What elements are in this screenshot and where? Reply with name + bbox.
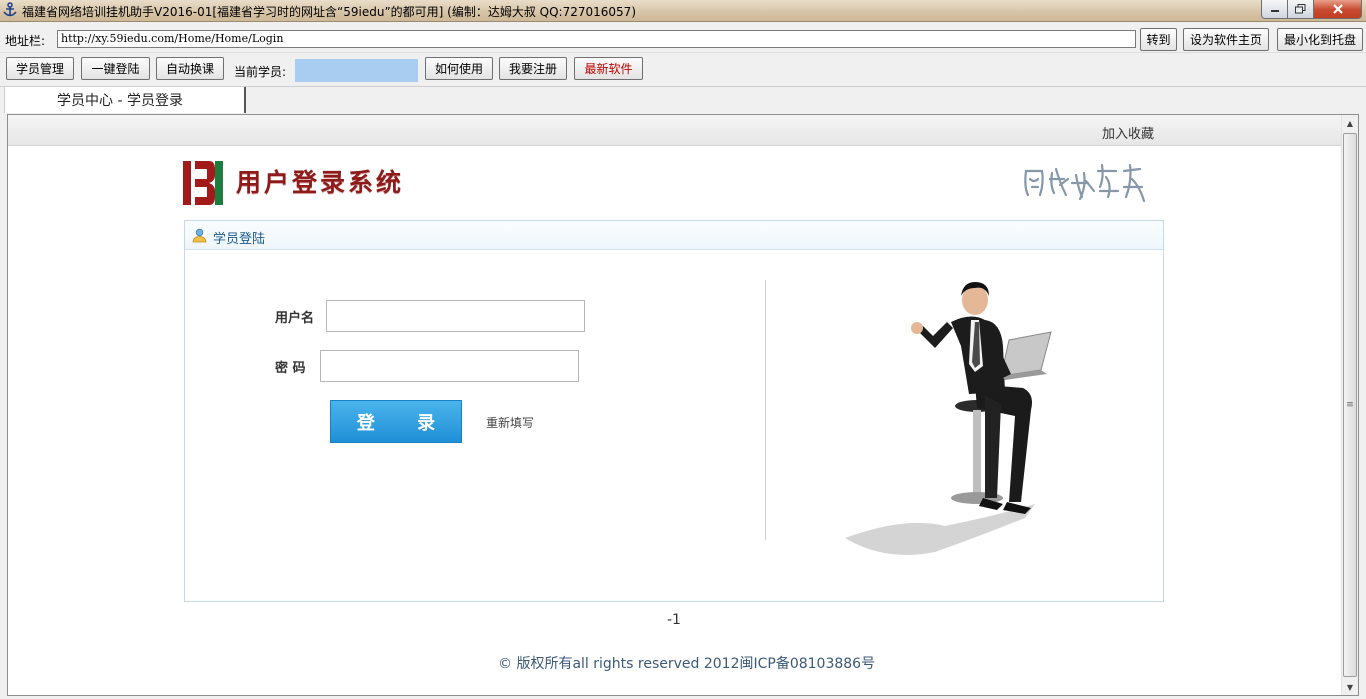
scrollbar-thumb[interactable]: ≡ xyxy=(1343,133,1357,677)
one-click-login-button[interactable]: 一键登陆 xyxy=(81,57,150,80)
password-input[interactable] xyxy=(320,350,579,382)
tab-label: 学员中心 - 学员登录 xyxy=(57,93,183,109)
scroll-down-arrow-icon[interactable]: ▼ xyxy=(1342,679,1358,695)
system-title: 用户登录系统 xyxy=(236,168,405,197)
address-label: 地址栏: xyxy=(5,34,46,48)
set-home-button[interactable]: 设为软件主页 xyxy=(1183,28,1269,51)
page-number: -1 xyxy=(667,612,681,628)
businessman-laptop-illustration xyxy=(845,282,1052,555)
brand-logo xyxy=(183,161,223,205)
login-panel: 学员登陆 用户名 密 码 登 录 重新填写 xyxy=(184,220,1164,602)
current-member-field xyxy=(295,59,418,82)
go-button[interactable]: 转到 xyxy=(1140,28,1177,51)
minimize-icon xyxy=(1270,10,1279,12)
how-to-use-button[interactable]: 如何使用 xyxy=(425,57,493,80)
close-icon xyxy=(1332,4,1343,14)
close-button[interactable] xyxy=(1314,0,1362,19)
slogan-calligraphy-icon xyxy=(1024,163,1146,203)
username-label: 用户名 xyxy=(275,311,315,326)
login-panel-header: 学员登陆 xyxy=(185,221,1163,250)
toolbar: 学员管理 一键登陆 自动换课 当前学员: 如何使用 我要注册 最新软件 xyxy=(0,54,1366,86)
username-input[interactable] xyxy=(326,300,585,332)
tab-strip: 学员中心 - 学员登录 xyxy=(0,86,1366,113)
url-input[interactable]: http://xy.59iedu.com/Home/Home/Login xyxy=(57,30,1136,48)
minimize-to-tray-button[interactable]: 最小化到托盘 xyxy=(1277,28,1363,51)
login-button[interactable]: 登 录 xyxy=(330,400,462,443)
scroll-up-arrow-icon[interactable]: ▲ xyxy=(1342,115,1358,131)
member-manage-button[interactable]: 学员管理 xyxy=(6,57,74,80)
current-member-label: 当前学员: xyxy=(234,65,287,79)
password-label: 密 码 xyxy=(275,361,306,376)
user-icon xyxy=(192,228,207,243)
copyright-text: © 版权所有all rights reserved 2012闽ICP备08103… xyxy=(498,656,876,672)
maximize-button[interactable] xyxy=(1288,0,1314,19)
title-bar: 福建省网络培训挂机助手V2016-01[福建省学习时的网址含“59iedu”的都… xyxy=(0,0,1366,22)
panel-divider xyxy=(765,280,766,540)
auto-switch-course-button[interactable]: 自动换课 xyxy=(156,57,224,80)
tab-member-login[interactable]: 学员中心 - 学员登录 xyxy=(4,87,246,113)
reset-form-link[interactable]: 重新填写 xyxy=(486,414,534,431)
browser-viewport: 加入收藏 用户登录系统 学员登陆 用户名 密 码 登 录 重新填写 -1 © 版… xyxy=(7,114,1359,696)
login-panel-title: 学员登陆 xyxy=(213,232,266,247)
register-button[interactable]: 我要注册 xyxy=(499,57,567,80)
restore-icon xyxy=(1295,4,1306,14)
address-bar: 地址栏: http://xy.59iedu.com/Home/Home/Logi… xyxy=(0,23,1366,53)
anchor-icon xyxy=(3,2,17,17)
minimize-button[interactable] xyxy=(1261,0,1288,19)
latest-software-button[interactable]: 最新软件 xyxy=(574,57,643,80)
vertical-scrollbar[interactable]: ▲ ≡ ▼ xyxy=(1341,115,1358,695)
window-title: 福建省网络培训挂机助手V2016-01[福建省学习时的网址含“59iedu”的都… xyxy=(22,5,636,19)
add-favorite-link[interactable]: 加入收藏 xyxy=(1102,123,1154,142)
page-top-strip: 加入收藏 xyxy=(8,115,1342,146)
